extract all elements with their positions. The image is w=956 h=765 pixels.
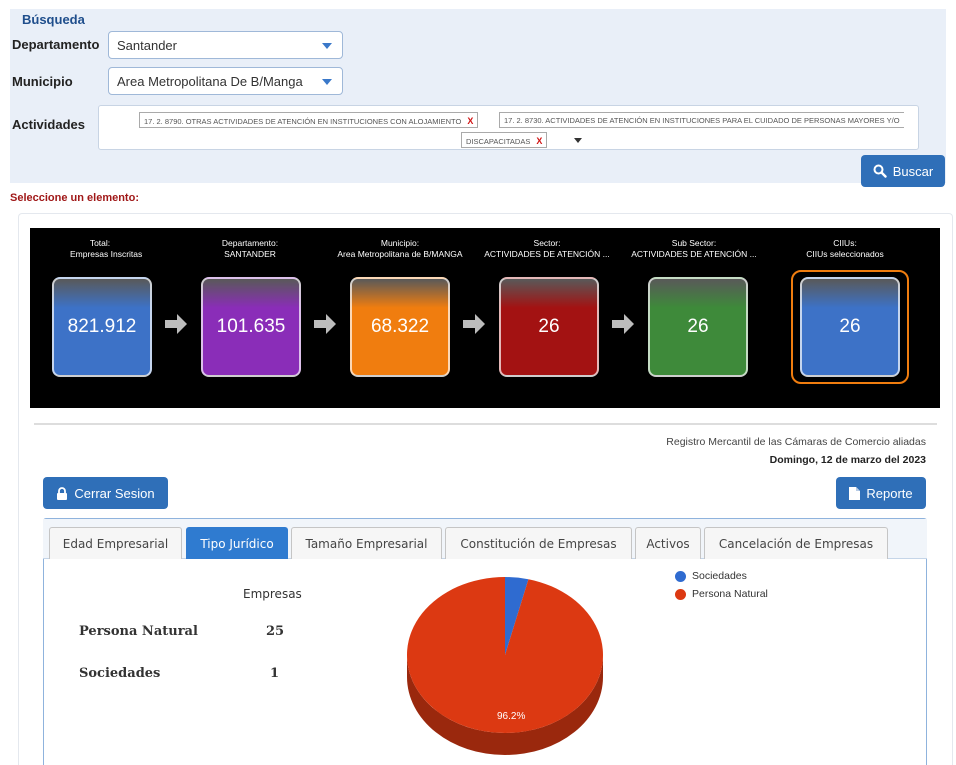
actividades-label: Actividades (12, 117, 85, 132)
departamento-label: Departamento (12, 37, 100, 52)
stage-value: 821.912 (67, 316, 137, 337)
municipio-value: Area Metropolitana De B/Manga (117, 74, 303, 89)
cerrar-sesion-button[interactable]: Cerrar Sesion (43, 477, 168, 509)
tab-activos[interactable]: Activos (635, 527, 701, 559)
arrow-right-icon (612, 314, 634, 334)
reporte-label: Reporte (866, 485, 913, 501)
divider (34, 423, 937, 425)
stat-value-sociedades: 1 (270, 666, 280, 681)
document-icon (849, 486, 861, 500)
municipio-select[interactable]: Area Metropolitana De B/Manga (108, 67, 343, 95)
stage-label-sector: Sector: ACTIVIDADES DE ATENCIÓN ... (484, 238, 610, 259)
tab-tipo-juridico[interactable]: Tipo Jurídico (186, 527, 288, 559)
stage-box-departamento[interactable]: 101.635 (201, 277, 301, 377)
search-title: Búsqueda (22, 12, 85, 27)
pie-slice-persona-natural[interactable] (407, 577, 603, 733)
chip-remove-icon[interactable]: X (467, 116, 473, 126)
registro-date: Domingo, 12 de marzo del 2023 (769, 454, 926, 466)
stage-box-sector[interactable]: 26 (499, 277, 599, 377)
stage-label-municipio: Municipio: Area Metropolitana de B/MANGA (337, 238, 463, 259)
chevron-down-icon (322, 79, 332, 85)
stage-value: 26 (538, 316, 560, 337)
chip-remove-icon[interactable]: X (536, 136, 542, 146)
legend-label: Sociedades (692, 570, 747, 582)
cerrar-sesion-label: Cerrar Sesion (74, 485, 155, 501)
tab-tamano-empresarial[interactable]: Tamaño Empresarial (291, 527, 442, 559)
stage-label-ciius: CIIUs: CIIUs seleccionados (806, 238, 884, 259)
stage-label-total: Total: Empresas Inscritas (70, 238, 143, 259)
activity-chip-label: 17. 2. 8730. ACTIVIDADES DE ATENCIÓN EN … (504, 116, 900, 125)
lock-icon (57, 486, 68, 500)
buscar-label: Buscar (892, 163, 934, 179)
stats-header: Empresas (243, 587, 302, 601)
departamento-value: Santander (117, 38, 177, 53)
activity-chip-label: 17. 2. 8790. OTRAS ACTIVIDADES DE ATENCI… (144, 117, 462, 126)
stat-value-persona-natural: 25 (266, 624, 285, 639)
pie-chart: 96.2% (407, 577, 603, 755)
activity-chip: 17. 2. 8790. OTRAS ACTIVIDADES DE ATENCI… (139, 112, 479, 128)
pie-data-label: 96.2% (497, 711, 525, 722)
legend-label: Persona Natural (692, 588, 768, 600)
buscar-button[interactable]: Buscar (861, 155, 945, 187)
activity-chip: 17. 2. 8730. ACTIVIDADES DE ATENCIÓN EN … (499, 112, 904, 128)
arrow-right-icon (165, 314, 187, 334)
stage-label-subsector: Sub Sector: ACTIVIDADES DE ATENCIÓN ... (631, 238, 757, 259)
stage-box-total[interactable]: 821.912 (52, 277, 152, 377)
arrow-right-icon (314, 314, 336, 334)
tab-constitucion-empresas[interactable]: Constitución de Empresas (445, 527, 632, 559)
funnel-panel: Total: Empresas Inscritas Departamento: SA… (30, 228, 940, 408)
actividades-multiselect[interactable]: 17. 2. 8790. OTRAS ACTIVIDADES DE ATENCI… (98, 105, 919, 150)
arrow-right-icon (463, 314, 485, 334)
legend-item-persona-natural[interactable]: Persona Natural (675, 588, 768, 600)
stage-label-departamento: Departamento: SANTANDER (221, 238, 279, 259)
stage-box-subsector[interactable]: 26 (648, 277, 748, 377)
legend-dot (675, 588, 686, 600)
tab-edad-empresarial[interactable]: Edad Empresarial (49, 527, 182, 559)
stat-label-persona-natural: Persona Natural (79, 624, 198, 639)
dropdown-caret-icon[interactable] (574, 138, 582, 143)
reporte-button[interactable]: Reporte (836, 477, 926, 509)
departamento-select[interactable]: Santander (108, 31, 343, 59)
registro-text: Registro Mercantil de las Cámaras de Com… (666, 436, 926, 448)
stage-box-municipio[interactable]: 68.322 (350, 277, 450, 377)
activity-chip-label: DISCAPACITADAS (466, 137, 531, 146)
stage-value: 26 (687, 316, 709, 337)
stat-label-sociedades: Sociedades (79, 666, 161, 681)
stage-value: 26 (839, 316, 861, 337)
tab-cancelacion-empresas[interactable]: Cancelación de Empresas (704, 527, 888, 559)
select-element-title: Seleccione un elemento: (10, 192, 139, 204)
stage-value: 68.322 (370, 316, 430, 337)
activity-chip: DISCAPACITADAS X (461, 132, 548, 148)
municipio-label: Municipio (12, 74, 73, 89)
legend-dot (675, 570, 686, 582)
legend-item-sociedades[interactable]: Sociedades (675, 570, 747, 582)
stage-value: 101.635 (216, 316, 286, 337)
stage-box-ciius[interactable]: 26 (800, 277, 900, 377)
search-icon (873, 164, 887, 178)
search-panel: Búsqueda Departamento Santander Municipi… (10, 9, 946, 183)
chevron-down-icon (322, 43, 332, 49)
